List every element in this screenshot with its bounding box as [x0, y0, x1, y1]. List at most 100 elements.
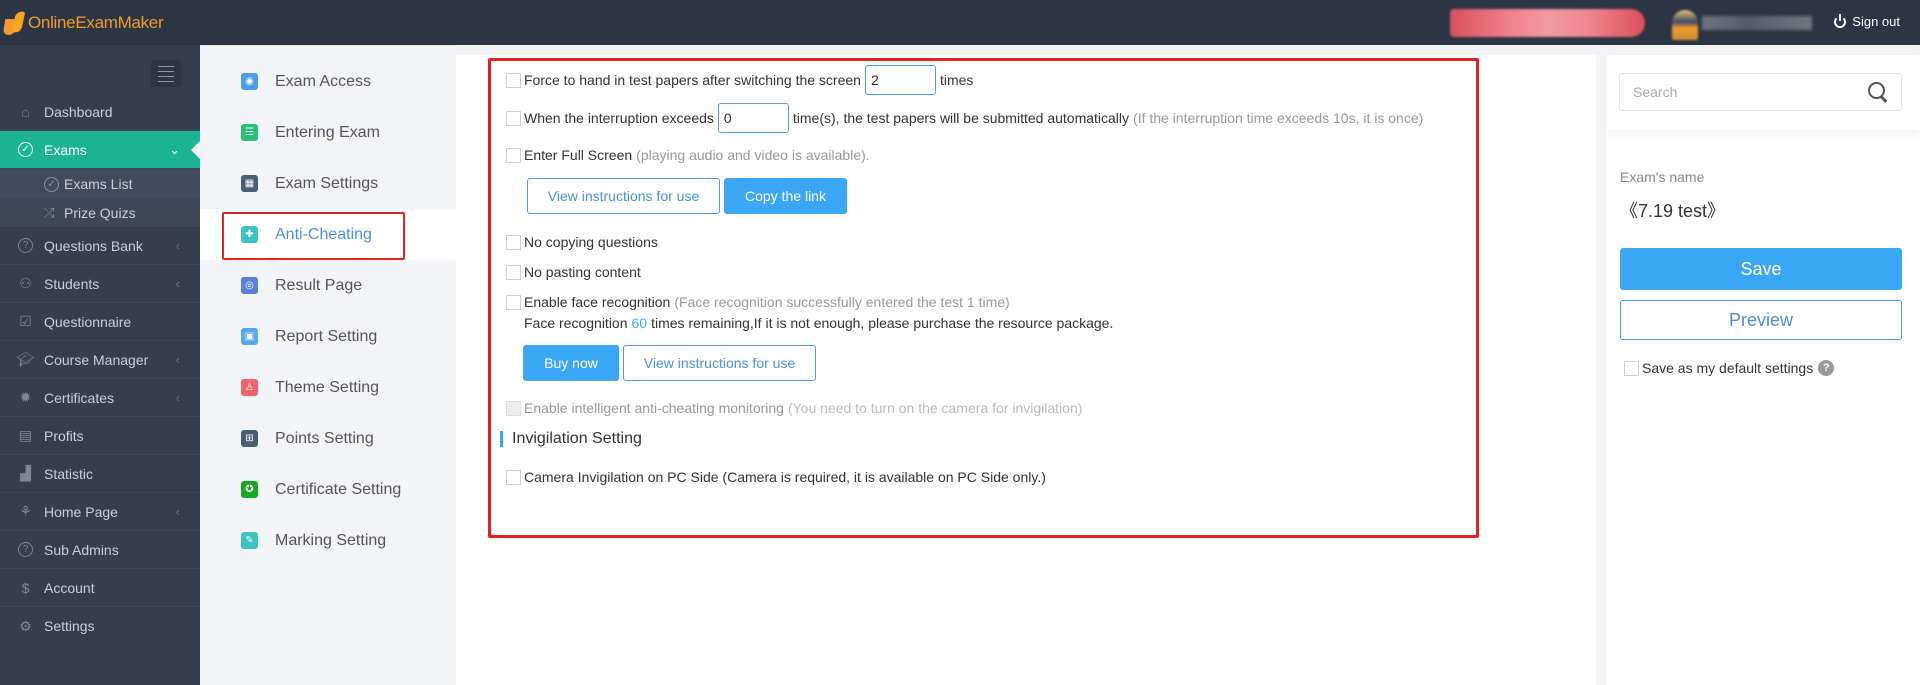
settings-tab-certificate-setting[interactable]: ✪ Certificate Setting — [200, 464, 456, 515]
full-screen-checkbox[interactable] — [506, 147, 521, 163]
invigilation-section-title: Invigilation Setting — [500, 429, 642, 449]
settings-tab-report-setting[interactable]: ▣ Report Setting — [200, 311, 456, 362]
exam-name-label: Exam's name — [1620, 169, 1705, 185]
face-recognition-note: (Face recognition successfully entered t… — [674, 294, 1010, 310]
sidebar-item-course-manager[interactable]: 🎓︎ Course Manager ‹ — [0, 341, 200, 379]
sidebar-item-label: Sub Admins — [44, 541, 119, 558]
sidebar-subitem-prize-quizs[interactable]: ⤮ Prize Quizs — [0, 198, 200, 227]
sidebar-item-profits[interactable]: ▤ Profits — [0, 417, 200, 455]
face-recognition-label: Enable face recognition — [524, 294, 671, 310]
sidebar-item-questions-bank[interactable]: ? Questions Bank ‹ — [0, 227, 200, 265]
dollar-icon: $ — [21, 579, 30, 596]
interruption-times-input[interactable] — [717, 103, 789, 133]
document-icon: ☰ — [241, 124, 258, 141]
search-icon[interactable] — [1867, 81, 1889, 103]
settings-tab-theme-setting[interactable]: ♙ Theme Setting — [200, 362, 456, 413]
sidebar-item-exams[interactable]: ✓ Exams ⌄ — [0, 131, 200, 169]
sidebar-item-label: Questions Bank — [44, 237, 143, 254]
preview-button[interactable]: Preview — [1620, 300, 1902, 340]
face-remaining-prefix: Face recognition — [524, 315, 628, 331]
chevron-down-icon: ⌄ — [169, 141, 180, 157]
settings-tab-exam-settings[interactable]: ▦ Exam Settings — [200, 158, 456, 209]
settings-tab-exam-access[interactable]: ◉ Exam Access — [200, 56, 456, 107]
full-screen-label: Enter Full Screen — [524, 147, 633, 163]
settings-tab-label: Exam Settings — [275, 174, 379, 192]
settings-tab-result-page[interactable]: ◎ Result Page — [200, 260, 456, 311]
force-handin-checkbox[interactable] — [506, 72, 521, 88]
buy-now-button[interactable]: Buy now — [523, 345, 619, 381]
credit-card-icon: ▤ — [18, 427, 33, 443]
gift-icon: ⊞ — [241, 430, 258, 447]
camera-pc-row: Camera Invigilation on PC Side (Camera i… — [506, 469, 1046, 485]
home-icon: ⌂ — [21, 103, 30, 120]
sidebar-item-label: Questionnaire — [44, 313, 132, 330]
interruption-suffix: time(s), the test papers will be submitt… — [792, 110, 1130, 126]
sidebar: ⌂ Dashboard ✓ Exams ⌄ ✓ Exams List ⤮ Pri… — [0, 45, 200, 685]
check-circle-icon: ✓ — [17, 141, 34, 158]
settings-tab-label: Entering Exam — [275, 123, 380, 141]
sidebar-item-home-page[interactable]: ⚘ Home Page ‹ — [0, 493, 200, 531]
sidebar-subitem-label: Prize Quizs — [64, 204, 136, 221]
search-input[interactable] — [1633, 84, 1867, 100]
sidebar-subitem-exams-list[interactable]: ✓ Exams List — [0, 169, 200, 198]
logo-text: OnlineExamMaker — [28, 13, 164, 32]
menu-toggle-button[interactable] — [151, 60, 181, 87]
face-remaining-suffix: times remaining,If it is not enough, ple… — [651, 315, 1114, 331]
check-circle-icon: ✓ — [44, 175, 59, 193]
settings-tab-marking-setting[interactable]: ✎ Marking Setting — [200, 515, 456, 566]
face-recognition-checkbox[interactable] — [506, 294, 521, 310]
sidebar-item-label: Course Manager — [44, 351, 149, 368]
sidebar-item-label: Students — [44, 275, 100, 292]
save-button[interactable]: Save — [1620, 248, 1902, 290]
sidebar-item-sub-admins[interactable]: ? Sub Admins — [0, 531, 200, 569]
default-settings-label: Save as my default settings — [1642, 360, 1814, 376]
avatar — [1672, 10, 1698, 40]
interruption-checkbox[interactable] — [506, 110, 521, 126]
report-icon: ▣ — [241, 328, 258, 345]
sidebar-item-account[interactable]: $ Account — [0, 569, 200, 607]
settings-tab-points-setting[interactable]: ⊞ Points Setting — [200, 413, 456, 464]
intelligent-monitoring-checkbox[interactable] — [506, 400, 521, 416]
view-instructions-button[interactable]: View instructions for use — [527, 178, 720, 214]
help-icon[interactable]: ? — [1818, 360, 1835, 376]
no-pasting-label: No pasting content — [524, 264, 641, 280]
no-pasting-checkbox[interactable] — [506, 264, 521, 280]
sidebar-item-label: Home Page — [44, 503, 118, 520]
sign-out-label: Sign out — [1852, 14, 1900, 29]
checkbox-icon: ☑ — [19, 313, 32, 329]
sign-out-button[interactable]: Sign out — [1834, 13, 1900, 29]
view-instructions-button-2[interactable]: View instructions for use — [623, 345, 816, 381]
camera-pc-checkbox[interactable] — [506, 469, 521, 485]
sidebar-item-settings[interactable]: ⚙ Settings — [0, 607, 200, 645]
settings-nav: ◉ Exam Access ☰ Entering Exam ▦ Exam Set… — [200, 45, 456, 685]
settings-tab-label: Points Setting — [275, 429, 374, 447]
sidebar-item-label: Profits — [44, 427, 84, 444]
switch-screen-times-input[interactable] — [864, 65, 936, 95]
logo[interactable]: OnlineExamMaker — [4, 10, 164, 36]
plant-icon: ⚘ — [19, 503, 32, 519]
redacted-banner — [1450, 9, 1645, 37]
gear-icon: ⚙ — [19, 617, 32, 634]
question-circle-icon: ? — [17, 237, 34, 254]
default-settings-checkbox[interactable] — [1624, 360, 1639, 376]
redacted-username — [1702, 16, 1812, 30]
sidebar-item-dashboard[interactable]: ⌂ Dashboard — [0, 93, 200, 131]
settings-tab-label: Result Page — [275, 276, 363, 294]
settings-tab-entering-exam[interactable]: ☰ Entering Exam — [200, 107, 456, 158]
sidebar-item-students[interactable]: ⚇ Students ‹ — [0, 265, 200, 303]
sidebar-item-certificates[interactable]: ✹ Certificates ‹ — [0, 379, 200, 417]
highlight-box-anti-cheating-tab — [222, 212, 405, 260]
no-copying-checkbox[interactable] — [506, 234, 521, 250]
sidebar-item-questionnaire[interactable]: ☑ Questionnaire — [0, 303, 200, 341]
no-copying-label: No copying questions — [524, 234, 658, 250]
settings-tab-label: Report Setting — [275, 327, 378, 345]
face-remaining-row: Face recognition 60 times remaining,If i… — [524, 315, 1113, 331]
sidebar-item-statistic[interactable]: ▟ Statistic — [0, 455, 200, 493]
force-handin-suffix: times — [939, 72, 974, 88]
intelligent-monitoring-row: Enable intelligent anti-cheating monitor… — [506, 400, 1082, 416]
sidebar-item-label: Account — [44, 579, 95, 596]
shuffle-icon: ⤮ — [44, 204, 55, 220]
search-box — [1619, 73, 1902, 111]
force-handin-label: Force to hand in test papers after switc… — [524, 72, 861, 88]
copy-link-button[interactable]: Copy the link — [724, 178, 847, 214]
